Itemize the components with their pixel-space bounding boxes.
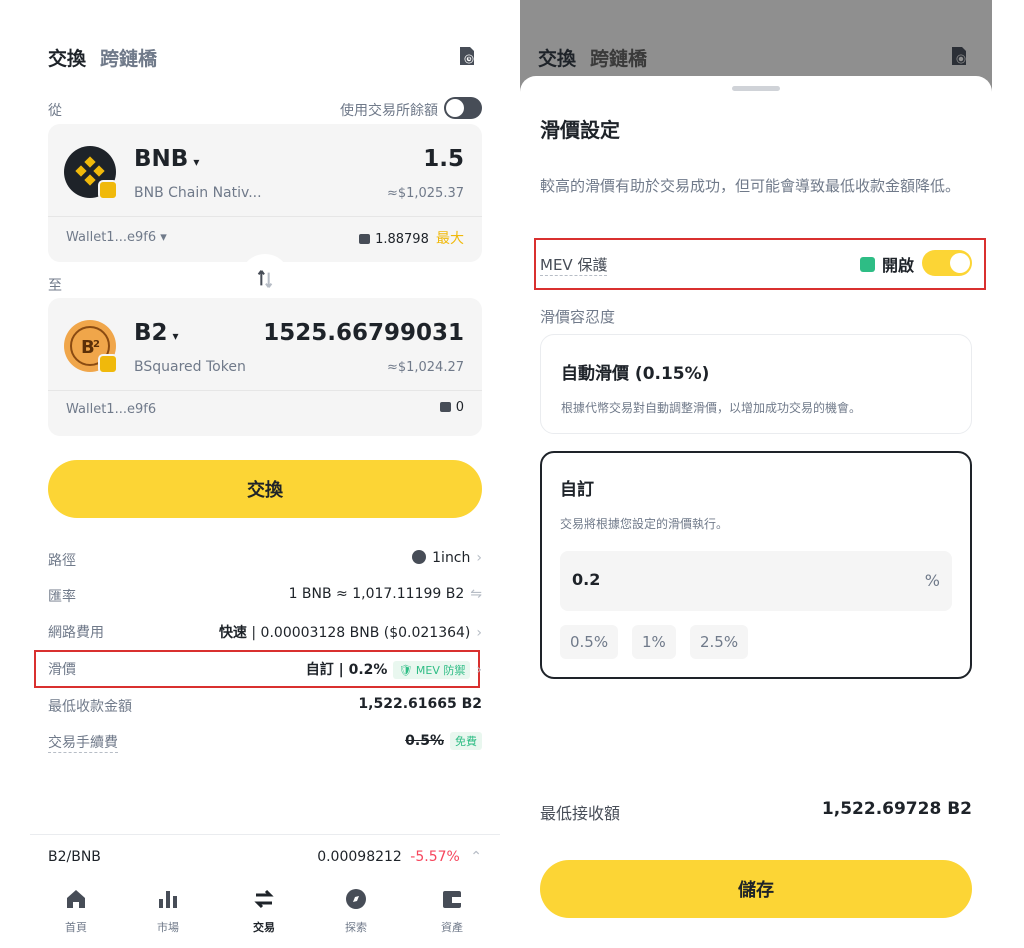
sheet-title: 滑價設定 — [540, 118, 620, 142]
history-icon[interactable] — [950, 46, 968, 66]
from-token-name: BNB Chain Nativ... — [134, 185, 262, 201]
chevron-right-icon: › — [476, 625, 482, 641]
max-button[interactable]: 最大 — [436, 231, 464, 247]
ticker-pair: B2/BNB — [48, 849, 101, 865]
save-button[interactable]: 儲存 — [540, 860, 972, 918]
tab-bridge[interactable]: 跨鏈橋 — [590, 44, 647, 71]
svg-text:2: 2 — [93, 339, 100, 350]
nav-assets[interactable]: 資產 — [422, 887, 482, 935]
network-fee-row[interactable]: 網路費用 快速 | 0.00003128 BNB ($0.021364) › — [48, 622, 482, 644]
shield-check-icon: 🛡 — [398, 664, 413, 677]
auto-slippage-desc: 根據代幣交易對自動調整滑價，以增加成功交易的機會。 — [561, 401, 862, 415]
nav-trade[interactable]: 交易 — [234, 887, 294, 935]
to-token-name: BSquared Token — [134, 359, 246, 375]
trade-arrows-icon — [254, 889, 274, 909]
chip-1[interactable]: 1% — [632, 625, 676, 659]
slippage-sheet: 滑價設定 較高的滑價有助於交易成功，但可能會導致最低收款金額降低。 MEV 保護… — [520, 76, 992, 948]
ticker-price: 0.00098212 — [317, 849, 402, 865]
to-token-symbol[interactable]: B2 ▾ — [134, 320, 179, 346]
chevron-right-icon: › — [476, 662, 482, 678]
bnb-token-icon — [64, 146, 118, 200]
mev-label: MEV 保護 — [540, 256, 608, 276]
nav-discover[interactable]: 探索 — [326, 887, 386, 935]
to-label: 至 — [48, 278, 62, 294]
custom-slippage-title: 自訂 — [560, 480, 594, 500]
tab-swap[interactable]: 交換 — [48, 44, 86, 71]
ticker-row[interactable]: B2/BNB 0.00098212 -5.57% ⌃ — [48, 849, 482, 865]
auto-slippage-option[interactable]: 自動滑價 (0.15%) 根據代幣交易對自動調整滑價，以增加成功交易的機會。 — [540, 334, 972, 434]
swap-arrows-icon — [257, 270, 273, 288]
to-wallet-selector[interactable]: Wallet1...e9f6 — [66, 402, 156, 417]
bar-chart-icon — [159, 891, 177, 908]
from-wallet-selector[interactable]: Wallet1...e9f6 ▾ — [66, 230, 167, 245]
bottom-bar: B2/BNB 0.00098212 -5.57% ⌃ 首頁 市場 交易 探索 資… — [30, 834, 500, 948]
header: 交換 跨鏈橋 — [538, 40, 974, 74]
chevron-up-icon: ⌃ — [470, 849, 482, 865]
use-exchange-balance-label: 使用交易所餘額 — [340, 103, 438, 119]
sheet-description: 較高的滑價有助於交易成功，但可能會導致最低收款金額降低。 — [540, 177, 961, 195]
from-balance: 1.88798 最大 — [359, 228, 464, 248]
to-balance: 0 — [439, 400, 464, 415]
auto-slippage-title: 自動滑價 (0.15%) — [561, 364, 710, 384]
dropdown-caret-icon: ▾ — [193, 155, 200, 169]
from-token-card: BNB ▾ 1.5 BNB Chain Nativ... ≈$1,025.37 W… — [48, 124, 482, 262]
rate-row: 匯率 1 BNB ≈ 1,017.11199 B2 ⇋ — [48, 586, 482, 605]
header: 交換 跨鏈橋 — [48, 40, 482, 74]
chip-0-5[interactable]: 0.5% — [560, 625, 619, 659]
sheet-handle[interactable] — [732, 86, 780, 91]
chevron-right-icon: › — [476, 550, 482, 566]
compass-icon — [346, 889, 366, 909]
home-icon — [67, 890, 85, 908]
swap-button[interactable]: 交換 — [48, 460, 482, 518]
from-amount-input[interactable]: 1.5 — [423, 146, 464, 172]
history-icon[interactable] — [458, 46, 476, 66]
nav-markets[interactable]: 市場 — [138, 887, 198, 935]
from-token-symbol[interactable]: BNB ▾ — [134, 146, 199, 172]
to-amount: 1525.66799031 — [263, 320, 464, 346]
use-exchange-balance-toggle[interactable] — [444, 97, 482, 119]
tab-swap[interactable]: 交換 — [538, 44, 576, 71]
wallet-icon — [359, 234, 371, 244]
dropdown-caret-icon: ▾ — [160, 230, 167, 245]
tab-bridge[interactable]: 跨鏈橋 — [100, 44, 157, 71]
slippage-row[interactable]: 滑價 自訂 | 0.2% 🛡 MEV 防禦 › — [48, 659, 482, 681]
slippage-input[interactable]: 0.2 % — [560, 551, 952, 611]
mev-toggle[interactable] — [922, 250, 972, 276]
b2-token-icon: B2 — [64, 320, 118, 374]
to-token-card: B2 B2 ▾ 1525.66799031 BSquared Token ≈$1,… — [48, 298, 482, 436]
custom-slippage-desc: 交易將根據您設定的滑價執行。 — [560, 517, 729, 531]
mev-state: 開啟 — [859, 252, 914, 276]
min-receive-value: 1,522.69728 B2 — [821, 799, 972, 819]
min-receive-label: 最低接收額 — [540, 804, 621, 823]
nav-home[interactable]: 首頁 — [46, 887, 106, 935]
from-label: 從 — [48, 103, 62, 119]
slippage-settings-screen: 交換 跨鏈橋 滑價設定 較高的滑價有助於交易成功，但可能會導致最低收款金額降低。… — [520, 0, 992, 948]
trading-fee-row: 交易手續費 0.5% 免費 — [48, 732, 482, 754]
wallet-icon — [443, 891, 461, 908]
from-usd-value: ≈$1,025.37 — [386, 186, 464, 201]
swap-horizontal-icon[interactable]: ⇋ — [470, 586, 482, 602]
free-tag: 免費 — [450, 732, 482, 750]
chip-2-5[interactable]: 2.5% — [690, 625, 749, 659]
shield-check-icon — [859, 257, 875, 272]
swap-screen: 交換 跨鏈橋 從 使用交易所餘額 BNB ▾ 1.5 BNB Chain Nati… — [30, 0, 500, 948]
tolerance-label: 滑價容忍度 — [540, 308, 616, 326]
switch-direction-button[interactable] — [240, 254, 290, 304]
route-row[interactable]: 路徑 1inch › — [48, 550, 482, 572]
to-usd-value: ≈$1,024.27 — [386, 360, 464, 375]
ticker-change: -5.57% — [410, 849, 460, 865]
wallet-icon — [439, 402, 451, 412]
custom-slippage-option[interactable]: 自訂 交易將根據您設定的滑價執行。 0.2 % 0.5% 1% 2.5% — [540, 451, 972, 679]
dropdown-caret-icon: ▾ — [172, 329, 179, 343]
1inch-icon — [412, 550, 427, 564]
mev-tag: 🛡 MEV 防禦 — [393, 661, 471, 679]
min-receive-row: 最低收款金額 1,522.61665 B2 — [48, 696, 482, 715]
